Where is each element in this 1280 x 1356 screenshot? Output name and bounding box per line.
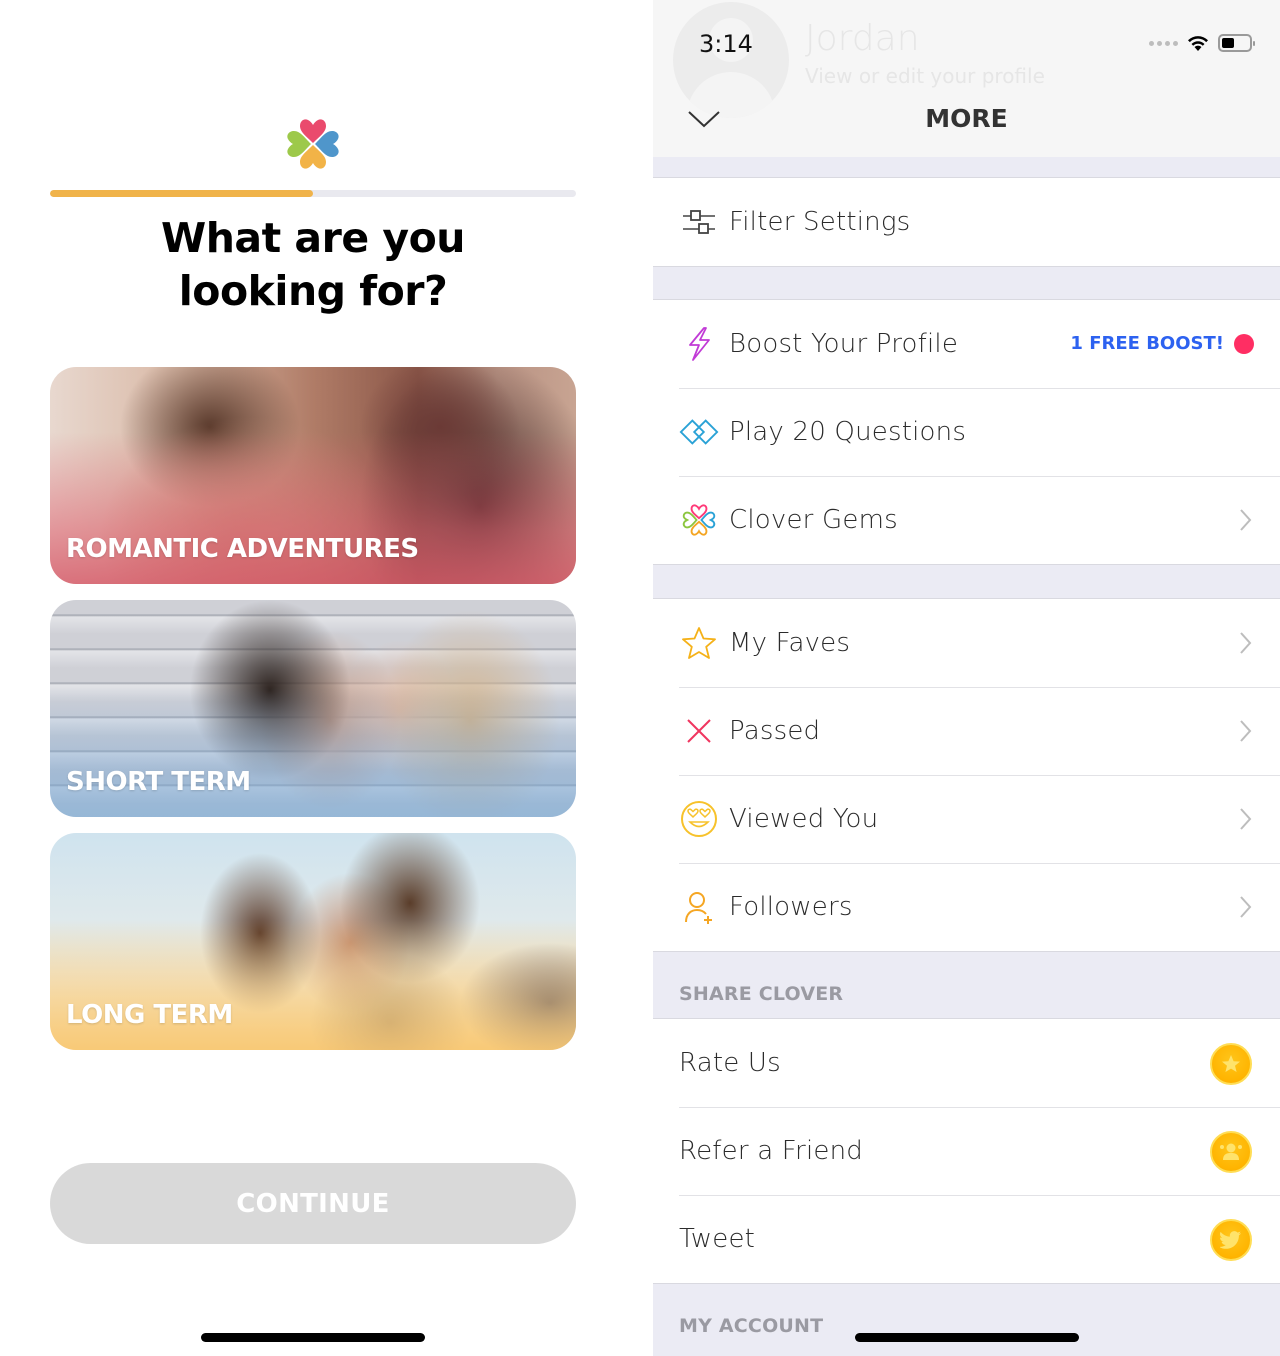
profile-subtitle[interactable]: View or edit your profile — [805, 64, 1045, 88]
menu-item-label: Clover Gems — [729, 505, 898, 535]
menu-group-features: Boost Your Profile 1 FREE BOOST! Play 20… — [653, 299, 1280, 565]
section-label-account: MY ACCOUNT — [679, 1315, 824, 1337]
menu-item-my-faves[interactable]: My Faves — [653, 599, 1280, 687]
chevron-right-icon — [1240, 808, 1252, 830]
menu-item-rate-us[interactable]: Rate Us — [653, 1019, 1280, 1107]
double-diamond-icon — [679, 412, 719, 452]
lightning-icon — [679, 324, 719, 364]
more-screen: Jordan View or edit your profile 3:14 MO… — [653, 0, 1280, 1356]
battery-level — [1222, 38, 1234, 48]
option-label: LONG TERM — [66, 1000, 233, 1030]
menu-item-label: Refer a Friend — [679, 1136, 863, 1166]
menu-item-passed[interactable]: Passed — [653, 687, 1280, 775]
sliders-icon — [679, 202, 719, 242]
menu-item-filter-settings[interactable]: Filter Settings — [653, 178, 1280, 266]
menu-group-share: Rate Us Refer a Friend Tweet — [653, 1018, 1280, 1284]
option-romantic-adventures[interactable]: ROMANTIC ADVENTURES — [50, 367, 576, 584]
menu-item-tweet[interactable]: Tweet — [653, 1195, 1280, 1283]
screen-title: MORE — [925, 104, 1008, 133]
title-line-1: What are you — [160, 214, 466, 262]
x-icon — [679, 711, 719, 751]
onboarding-screen: What are you looking for? ROMANTIC ADVEN… — [0, 0, 626, 1356]
menu-item-boost-profile[interactable]: Boost Your Profile 1 FREE BOOST! — [653, 300, 1280, 388]
signal-dots-icon — [1149, 40, 1178, 46]
progress-fill — [50, 190, 313, 197]
chevron-right-icon — [1240, 896, 1252, 918]
menu-group-filters: Filter Settings — [653, 177, 1280, 267]
star-outline-icon — [679, 623, 719, 663]
menu-group-activity: My Faves Passed Viewed You Followers — [653, 598, 1280, 952]
menu-item-label: Rate Us — [679, 1048, 781, 1078]
battery-icon — [1218, 34, 1255, 52]
avatar[interactable] — [673, 2, 789, 118]
free-boost-badge: 1 FREE BOOST! — [1070, 333, 1224, 354]
home-indicator[interactable] — [201, 1333, 425, 1342]
option-short-term[interactable]: SHORT TERM — [50, 600, 576, 817]
option-label: SHORT TERM — [66, 767, 251, 797]
status-time: 3:14 — [699, 30, 753, 58]
option-long-term[interactable]: LONG TERM — [50, 833, 576, 1050]
twitter-coin-icon — [1210, 1219, 1252, 1261]
wifi-icon — [1188, 36, 1208, 51]
heart-eyes-icon — [679, 799, 719, 839]
option-label: ROMANTIC ADVENTURES — [66, 534, 419, 564]
menu-item-label: Boost Your Profile — [729, 329, 959, 359]
clover-logo-icon — [287, 119, 339, 169]
profile-name[interactable]: Jordan — [805, 18, 920, 59]
star-coin-icon — [1210, 1043, 1252, 1085]
status-icons — [1149, 34, 1255, 52]
menu-item-label: Play 20 Questions — [729, 417, 967, 447]
page-title: What are you looking for? — [50, 212, 576, 318]
continue-button[interactable]: CONTINUE — [50, 1163, 576, 1244]
menu-item-viewed-you[interactable]: Viewed You — [653, 775, 1280, 863]
menu-item-refer-friend[interactable]: Refer a Friend — [653, 1107, 1280, 1195]
menu-item-clover-gems[interactable]: Clover Gems — [653, 476, 1280, 564]
friends-coin-icon — [1210, 1131, 1252, 1173]
menu-item-label: Viewed You — [729, 804, 879, 834]
menu-item-20-questions[interactable]: Play 20 Questions — [653, 388, 1280, 476]
menu-item-label: My Faves — [729, 628, 851, 658]
chevron-right-icon — [1240, 720, 1252, 742]
chevron-right-icon — [1240, 632, 1252, 654]
home-indicator[interactable] — [855, 1333, 1079, 1342]
onboarding-progress-bar — [50, 190, 576, 197]
menu-item-label: Passed — [729, 716, 821, 746]
menu-item-label: Tweet — [679, 1224, 756, 1254]
chevron-right-icon — [1240, 509, 1252, 531]
screenshot-pair: What are you looking for? ROMANTIC ADVEN… — [0, 0, 1280, 1356]
menu-item-label: Followers — [729, 892, 853, 922]
user-plus-icon — [679, 887, 719, 927]
menu-item-followers[interactable]: Followers — [653, 863, 1280, 951]
menu-item-label: Filter Settings — [729, 207, 911, 237]
header: Jordan View or edit your profile 3:14 MO… — [653, 0, 1280, 157]
clover-outline-icon — [679, 500, 719, 540]
section-label-share: SHARE CLOVER — [679, 983, 844, 1005]
notification-dot — [1234, 334, 1254, 354]
title-line-2: looking for? — [178, 267, 448, 315]
